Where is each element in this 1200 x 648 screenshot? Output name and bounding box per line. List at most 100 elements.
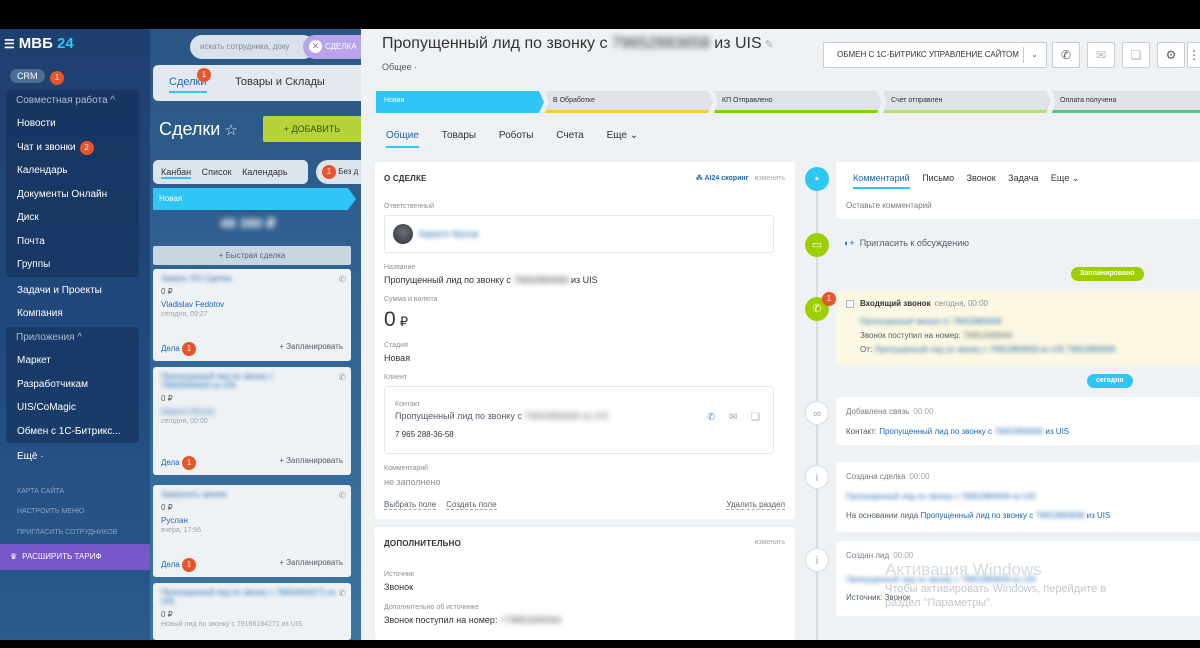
ai-scoring-link[interactable]: ⁂ AI24 скоринг [696,175,749,182]
stage-3[interactable]: Счет отправлен [883,91,1051,113]
card-activities[interactable]: Дела [161,560,180,569]
sidebar-item[interactable]: Разработчикам [6,373,139,397]
responsible-name[interactable]: Кирилл Мухов [419,229,479,239]
tab-email[interactable]: Письмо [922,173,954,183]
create-field-link[interactable]: Создать поле [446,500,497,510]
card-responsible[interactable]: Кирилл Мухов [161,407,343,416]
sidebar-item[interactable]: Группы [6,253,139,277]
card-title[interactable]: Запросить звонок [161,490,343,499]
close-icon[interactable]: ✕ [309,40,322,53]
tab-invoices[interactable]: Счета [556,130,584,141]
stage-0[interactable]: Новая [376,91,544,113]
phone-icon[interactable]: ✆ [338,372,346,383]
sidebar-item[interactable]: Маркет [6,349,139,373]
tab-more[interactable]: Еще ⌄ [1051,173,1079,183]
search-input[interactable]: искать сотрудника, доку [190,35,315,59]
view-kanban[interactable]: Канбан [161,167,192,179]
invite-discussion[interactable]: ◐+ Пригласить к обсуждению [844,238,969,248]
sitemap-link[interactable]: КАРТА САЙТА [17,488,64,495]
lead-link[interactable]: Пропущенный лид по звонку с 79652883658 … [920,511,1110,520]
deal-name-value[interactable]: Пропущенный лид по звонку с 79652883658 … [384,275,598,285]
activity-title[interactable]: Входящий звонок сегодня, 00:00 [860,299,988,308]
deal-card[interactable]: Пропущенный лид по звонку с 79650000000 и… [153,367,351,475]
card-activities[interactable]: Дела [161,344,180,353]
event-row[interactable]: Пропущенный лид по звонку с 79652883658 … [846,492,1036,501]
view-list[interactable]: Список [202,167,232,177]
tab-call[interactable]: Звонок [967,173,996,183]
search-entity-button[interactable]: ✕ СДЕЛКА [303,35,361,59]
more-button[interactable]: ⋮ [1187,42,1200,68]
filter-no-deals[interactable]: 1 Без д [316,160,361,184]
add-deal-button[interactable]: + ДОБАВИТЬ [263,116,361,142]
configure-menu-link[interactable]: НАСТРОИТЬ МЕНЮ [17,508,84,515]
nav-group-title[interactable]: Приложения ^ [6,327,139,349]
sidebar-item[interactable]: Почта [6,230,139,254]
sidebar-item[interactable]: Документы Онлайн [6,183,139,207]
sidebar-item[interactable]: Чат и звонки 2 [6,136,139,160]
stage-4[interactable]: Оплата получена [1052,91,1200,113]
contact-name[interactable]: Пропущенный лид по звонку с 79652883658 … [395,411,609,421]
menu-icon[interactable]: ☰ [4,37,15,51]
tab-more[interactable]: Еще ⌄ [607,130,639,141]
chat-button[interactable]: ❏ [1122,42,1150,68]
view-calendar[interactable]: Календарь [242,167,287,177]
deal-category[interactable]: Общее · [382,62,417,72]
quick-deal-button[interactable]: + Быстрая сделка [153,246,351,265]
plan-activity-button[interactable]: + Запланировать [279,342,343,351]
sidebar-item-company[interactable]: Компания [6,302,146,325]
card-responsible[interactable]: Руслан [161,516,343,525]
star-icon[interactable]: ☆ [224,122,237,139]
stage-1[interactable]: В Обработке [545,91,713,113]
deal-card[interactable]: Запросить звонок 0 ₽ Руслан вчера, 17:56 Дел… [153,485,351,577]
tab-task[interactable]: Задача [1008,173,1038,183]
sidebar-item[interactable]: UIS/CoMagic [6,396,139,420]
nav-group-title[interactable]: Совместная работа ^ [6,90,139,112]
sidebar-item[interactable]: Обмен с 1С-Битрикс... [6,420,139,444]
stage-2[interactable]: КП Отправлено [714,91,882,113]
deal-sum-value[interactable]: 0 ₽ [384,308,408,332]
contact-link[interactable]: Пропущенный лид по звонку с 79652883658 … [879,427,1069,436]
complete-checkbox[interactable] [846,300,854,308]
comment-input[interactable]: Оставьте комментарий [846,201,932,210]
contact-phone[interactable]: 7 965 288-36-58 [395,430,454,439]
tab-comment[interactable]: Комментарий [853,173,910,189]
phone-icon[interactable]: ✆ [338,490,346,501]
source-extra-value[interactable]: Звонок поступил на номер: +74951000044. [384,615,563,625]
phone-button[interactable]: ✆ [1052,42,1080,68]
mail-button[interactable]: ✉ [1087,42,1115,68]
card-title[interactable]: Запрос ПО Сделка [161,274,343,283]
tab-robots[interactable]: Роботы [499,130,534,141]
plan-activity-button[interactable]: + Запланировать [279,558,343,567]
sidebar-item[interactable]: Диск [6,206,139,230]
delete-section-link[interactable]: Удалить раздел [726,500,785,510]
sidebar-item[interactable]: Новости [6,112,139,136]
crm-pill[interactable]: CRM [10,69,45,83]
card-activities[interactable]: Дела [161,458,180,467]
choose-field-link[interactable]: Выбрать поле [384,500,437,510]
responsible-field[interactable]: Кирилл Мухов [384,215,774,253]
tab-products[interactable]: Товары [442,130,476,141]
card-title[interactable]: Пропущенный лид по звонку с [161,372,343,381]
tab-general[interactable]: Общие [386,130,419,148]
card-title[interactable]: UIS [161,597,343,606]
comment-value[interactable]: не заполнено [384,477,441,487]
deal-stage-value[interactable]: Новая [384,353,410,363]
edit-link[interactable]: изменить [755,539,785,546]
sidebar-item[interactable]: Календарь [6,159,139,183]
logo[interactable]: ☰ МВБ 24 [4,35,74,52]
sidebar-item-more[interactable]: Ещё · [6,445,146,468]
edit-link[interactable]: изменить [755,175,785,182]
card-responsible[interactable]: Vladislav Fedotov [161,300,343,309]
kanban-stage-new[interactable]: Новая [153,188,356,210]
deal-card[interactable]: Запрос ПО Сделка 0 ₽ Vladislav Fedotov сего… [153,269,351,361]
settings-button[interactable]: ⚙ [1157,42,1185,68]
source-value[interactable]: Звонок [384,582,413,592]
tab-goods[interactable]: Товары и Склады [235,76,325,88]
chat-icon[interactable]: ❏ [751,412,760,423]
pencil-icon[interactable]: ✎ [765,39,774,51]
mail-icon[interactable]: ✉ [729,412,737,423]
plan-activity-button[interactable]: + Запланировать [279,456,343,465]
chevron-down-icon[interactable]: ⌄ [1031,43,1038,67]
sidebar-item-tasks[interactable]: Задачи и Проекты [6,279,146,302]
phone-icon[interactable]: ✆ [338,588,346,599]
